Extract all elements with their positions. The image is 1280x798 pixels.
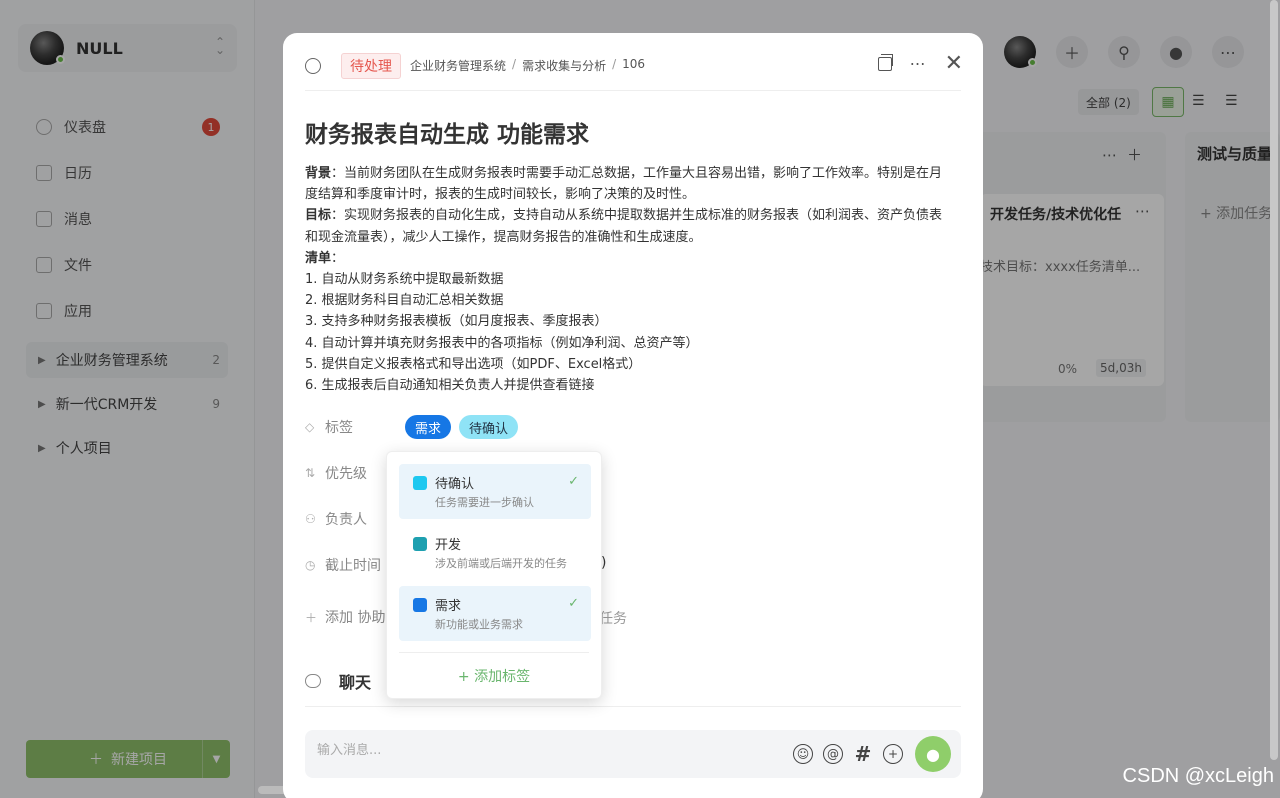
field-label: 添加 协助 bbox=[325, 610, 386, 626]
vertical-scrollbar[interactable] bbox=[1270, 0, 1278, 760]
chat-label: 聊天 bbox=[339, 673, 372, 692]
breadcrumb-item[interactable]: 企业财务管理系统 bbox=[410, 57, 506, 74]
color-swatch bbox=[413, 476, 427, 490]
goal-text: ：实现财务报表的自动化生成，支持自动从系统中提取数据并生成标准的财务报表（如利润… bbox=[305, 208, 943, 245]
divider bbox=[305, 90, 961, 91]
tag-option-desc: 任务需要进一步确认 bbox=[435, 496, 534, 509]
breadcrumb-item: 106 bbox=[622, 57, 646, 71]
divider bbox=[305, 706, 961, 707]
divider bbox=[399, 652, 589, 653]
tag-option-name: 需求 bbox=[435, 599, 462, 614]
goal-label: 目标 bbox=[305, 208, 332, 224]
chat-icon bbox=[305, 674, 321, 688]
add-assist-button[interactable]: ＋ 添加 协助 bbox=[305, 605, 385, 629]
message-input[interactable] bbox=[317, 743, 757, 758]
list-item: 2. 根据财务科目自动汇总相关数据 bbox=[305, 293, 504, 309]
list-item: 6. 生成报表后自动通知相关负责人并提供查看链接 bbox=[305, 378, 595, 394]
background-text: ：当前财务团队在生成财务报表时需要手动汇总数据，工作量大且容易出错，影响了工作效… bbox=[305, 166, 943, 203]
list-item: 5. 提供自定义报表格式和导出选项（如PDF、Excel格式） bbox=[305, 356, 642, 372]
list-suffix: ： bbox=[331, 250, 345, 266]
priority-icon: ⇅ bbox=[305, 466, 316, 480]
color-swatch bbox=[413, 598, 427, 612]
tag-option[interactable]: 待确认 任务需要进一步确认 ✓ bbox=[399, 464, 591, 519]
add-tag-button[interactable]: + 添加标签 bbox=[387, 666, 601, 686]
plus-icon: ＋ bbox=[305, 610, 318, 625]
tags-field: ◇ 标签 bbox=[305, 415, 353, 439]
deadline-field[interactable]: ◷ 截止时间 bbox=[305, 553, 381, 577]
close-icon[interactable]: ✕ bbox=[945, 52, 963, 74]
status-badge[interactable]: 待处理 bbox=[341, 53, 401, 79]
field-label: 优先级 bbox=[325, 466, 367, 482]
hashtag-icon[interactable]: # bbox=[853, 742, 873, 766]
tag-option[interactable]: 需求 新功能或业务需求 ✓ bbox=[399, 586, 591, 641]
add-circle-icon[interactable]: + bbox=[883, 744, 903, 764]
clock-icon: ◷ bbox=[305, 558, 316, 572]
list-item: 4. 自动计算并填充财务报表中的各项指标（例如净利润、总资产等） bbox=[305, 335, 699, 351]
assignee-field[interactable]: ⚇ 负责人 bbox=[305, 507, 367, 531]
tag-dropdown: 待确认 任务需要进一步确认 ✓ 开发 涉及前端或后端开发的任务 需求 新功能或业… bbox=[386, 451, 602, 699]
tag-option-desc: 涉及前端或后端开发的任务 bbox=[435, 557, 567, 570]
tag-option-name: 开发 bbox=[435, 538, 462, 553]
message-composer: ☺ @ # + ● bbox=[305, 730, 961, 778]
more-icon[interactable]: ⋯ bbox=[910, 54, 927, 73]
task-description[interactable]: 背景：当前财务团队在生成财务报表时需要手动汇总数据，工作量大且容易出错，影响了工… bbox=[305, 163, 955, 396]
task-title[interactable]: 财务报表自动生成 功能需求 bbox=[305, 115, 589, 149]
breadcrumb-separator: / bbox=[612, 57, 617, 71]
tag-chip[interactable]: 待确认 bbox=[459, 415, 519, 439]
check-icon: ✓ bbox=[568, 596, 579, 611]
list-item: 1. 自动从财务系统中提取最新数据 bbox=[305, 272, 504, 288]
tag-icon: ◇ bbox=[305, 420, 315, 434]
microphone-icon[interactable]: ● bbox=[915, 736, 951, 772]
breadcrumb: 企业财务管理系统 / 需求收集与分析 / 106 bbox=[410, 57, 645, 74]
app: NULL ⌃ ⌄ 仪表盘 1 日历 消息 文件 应用 ▶ 企业财务管理系统 2 … bbox=[0, 0, 1280, 798]
composer-tools: ☺ @ # + bbox=[793, 742, 903, 766]
breadcrumb-separator: / bbox=[512, 57, 517, 71]
field-label: 负责人 bbox=[325, 512, 367, 528]
tag-option-name: 待确认 bbox=[435, 477, 475, 492]
tag-chip[interactable]: 需求 bbox=[405, 415, 452, 439]
add-subtask-button[interactable]: 任务 bbox=[599, 608, 627, 628]
tag-option[interactable]: 开发 涉及前端或后端开发的任务 bbox=[399, 525, 591, 580]
chat-header: 聊天 bbox=[305, 669, 371, 693]
modal-actions: ⋯ ✕ bbox=[877, 52, 963, 74]
status-circle-icon[interactable] bbox=[305, 58, 321, 74]
field-label: 标签 bbox=[325, 420, 353, 436]
breadcrumb-item[interactable]: 需求收集与分析 bbox=[522, 57, 606, 74]
color-swatch bbox=[413, 537, 427, 551]
list-item: 3. 支持多种财务报表模板（如月度报表、季度报表） bbox=[305, 314, 608, 330]
copy-icon[interactable] bbox=[877, 53, 893, 71]
mention-icon[interactable]: @ bbox=[823, 744, 843, 764]
list-label: 清单 bbox=[305, 250, 332, 266]
background-label: 背景 bbox=[305, 166, 332, 181]
watermark: CSDN @xcLeigh bbox=[1122, 765, 1274, 787]
tag-option-desc: 新功能或业务需求 bbox=[435, 618, 523, 631]
user-icon: ⚇ bbox=[305, 512, 316, 526]
field-label: 截止时间 bbox=[325, 558, 381, 574]
priority-field[interactable]: ⇅ 优先级 bbox=[305, 461, 367, 485]
check-icon: ✓ bbox=[568, 474, 579, 489]
emoji-icon[interactable]: ☺ bbox=[793, 744, 813, 764]
